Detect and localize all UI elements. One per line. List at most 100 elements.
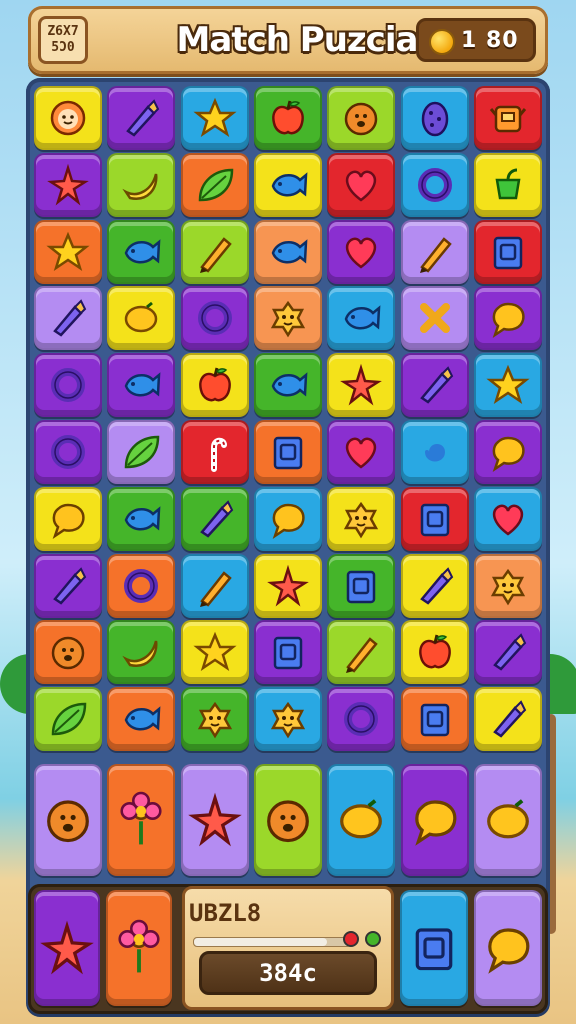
- red-dot-icon: [343, 931, 359, 947]
- footer-left-tile-2[interactable]: [106, 890, 172, 1006]
- tile-r8-c2[interactable]: [107, 554, 175, 618]
- tile-r1-c4[interactable]: [254, 86, 322, 150]
- tile-r5-c2[interactable]: [107, 353, 175, 417]
- tile-r4-c4[interactable]: [254, 286, 322, 350]
- tile-r6-c3[interactable]: [181, 420, 249, 484]
- tile-r9-c4[interactable]: [254, 620, 322, 684]
- lion-face-icon: [47, 800, 89, 843]
- tile-r10-c4[interactable]: [254, 687, 322, 751]
- big-tile-2[interactable]: [107, 764, 175, 876]
- tile-r6-c4[interactable]: [254, 420, 322, 484]
- tile-r3-c3[interactable]: [181, 220, 249, 284]
- tile-r2-c3[interactable]: [181, 153, 249, 217]
- footer-left-tile-1[interactable]: [34, 890, 100, 1006]
- tile-r8-c3[interactable]: [181, 554, 249, 618]
- bubble-icon: [488, 928, 530, 974]
- tile-r5-c4[interactable]: [254, 353, 322, 417]
- tile-r5-c7[interactable]: [474, 353, 542, 417]
- tile-r3-c5[interactable]: [327, 220, 395, 284]
- starfish-icon: [40, 920, 94, 975]
- tile-r1-c7[interactable]: [474, 86, 542, 150]
- game-title: Match Puzcia: [176, 20, 419, 60]
- tile-r10-c3[interactable]: [181, 687, 249, 751]
- tile-r2-c7[interactable]: [474, 153, 542, 217]
- star-icon: [193, 631, 237, 671]
- banana-icon: [122, 640, 158, 667]
- tile-r7-c3[interactable]: [181, 487, 249, 551]
- pencil-icon: [420, 237, 452, 273]
- tile-r7-c7[interactable]: [474, 487, 542, 551]
- tile-r4-c5[interactable]: [327, 286, 395, 350]
- tile-r1-c2[interactable]: [107, 86, 175, 150]
- big-tile-6[interactable]: [401, 764, 469, 876]
- tile-r7-c2[interactable]: [107, 487, 175, 551]
- tile-r10-c2[interactable]: [107, 687, 175, 751]
- apple-icon: [199, 367, 231, 402]
- tile-r5-c1[interactable]: [34, 353, 102, 417]
- tile-r8-c5[interactable]: [327, 554, 395, 618]
- level-badge[interactable]: Z6X7 5Ɔ0: [38, 16, 88, 64]
- tile-r4-c3[interactable]: [181, 286, 249, 350]
- tile-r1-c1[interactable]: [34, 86, 102, 150]
- tile-r4-c7[interactable]: [474, 286, 542, 350]
- tile-r2-c4[interactable]: [254, 153, 322, 217]
- tile-r6-c2[interactable]: [107, 420, 175, 484]
- tile-r7-c4[interactable]: [254, 487, 322, 551]
- tile-r2-c6[interactable]: [401, 153, 469, 217]
- tile-r3-c1[interactable]: [34, 220, 102, 284]
- tile-r7-c5[interactable]: [327, 487, 395, 551]
- tile-r2-c5[interactable]: [327, 153, 395, 217]
- crayon-icon: [53, 567, 87, 605]
- tile-r6-c7[interactable]: [474, 420, 542, 484]
- lion-face-icon: [344, 102, 378, 136]
- tile-r9-c1[interactable]: [34, 620, 102, 684]
- tile-r10-c7[interactable]: [474, 687, 542, 751]
- tile-r8-c1[interactable]: [34, 554, 102, 618]
- pencil-icon: [346, 637, 378, 673]
- cross-icon: [420, 303, 450, 333]
- tile-r3-c2[interactable]: [107, 220, 175, 284]
- fish-icon: [124, 706, 161, 731]
- tile-r3-c7[interactable]: [474, 220, 542, 284]
- tile-r10-c1[interactable]: [34, 687, 102, 751]
- tile-r10-c6[interactable]: [401, 687, 469, 751]
- tile-r4-c1[interactable]: [34, 286, 102, 350]
- progress-fill: [194, 938, 327, 946]
- tile-r5-c6[interactable]: [401, 353, 469, 417]
- footer-right-tile-1[interactable]: [400, 890, 468, 1006]
- tile-r6-c6[interactable]: [401, 420, 469, 484]
- tile-r5-c5[interactable]: [327, 353, 395, 417]
- tile-r8-c7[interactable]: [474, 554, 542, 618]
- tile-r9-c5[interactable]: [327, 620, 395, 684]
- footer-right-tile-2[interactable]: [474, 890, 542, 1006]
- tile-r5-c3[interactable]: [181, 353, 249, 417]
- apple-icon: [272, 100, 304, 135]
- tile-r3-c6[interactable]: [401, 220, 469, 284]
- tile-r6-c1[interactable]: [34, 420, 102, 484]
- tile-r8-c4[interactable]: [254, 554, 322, 618]
- tile-r10-c5[interactable]: [327, 687, 395, 751]
- tile-r2-c1[interactable]: [34, 153, 102, 217]
- tile-r7-c6[interactable]: [401, 487, 469, 551]
- big-tile-5[interactable]: [327, 764, 395, 876]
- tile-r1-c5[interactable]: [327, 86, 395, 150]
- big-tile-1[interactable]: [34, 764, 102, 876]
- ring-icon: [51, 435, 85, 469]
- big-tile-4[interactable]: [254, 764, 322, 876]
- tile-r4-c2[interactable]: [107, 286, 175, 350]
- tile-r9-c7[interactable]: [474, 620, 542, 684]
- tile-r7-c1[interactable]: [34, 487, 102, 551]
- tile-r6-c5[interactable]: [327, 420, 395, 484]
- tile-r9-c2[interactable]: [107, 620, 175, 684]
- big-tile-7[interactable]: [474, 764, 542, 876]
- green-dot-icon: [365, 931, 381, 947]
- tile-r3-c4[interactable]: [254, 220, 322, 284]
- tile-r1-c3[interactable]: [181, 86, 249, 150]
- big-tile-3[interactable]: [181, 764, 249, 876]
- tile-r9-c6[interactable]: [401, 620, 469, 684]
- tile-r4-c6[interactable]: [401, 286, 469, 350]
- tile-r9-c3[interactable]: [181, 620, 249, 684]
- tile-r2-c2[interactable]: [107, 153, 175, 217]
- tile-r1-c6[interactable]: [401, 86, 469, 150]
- tile-r8-c6[interactable]: [401, 554, 469, 618]
